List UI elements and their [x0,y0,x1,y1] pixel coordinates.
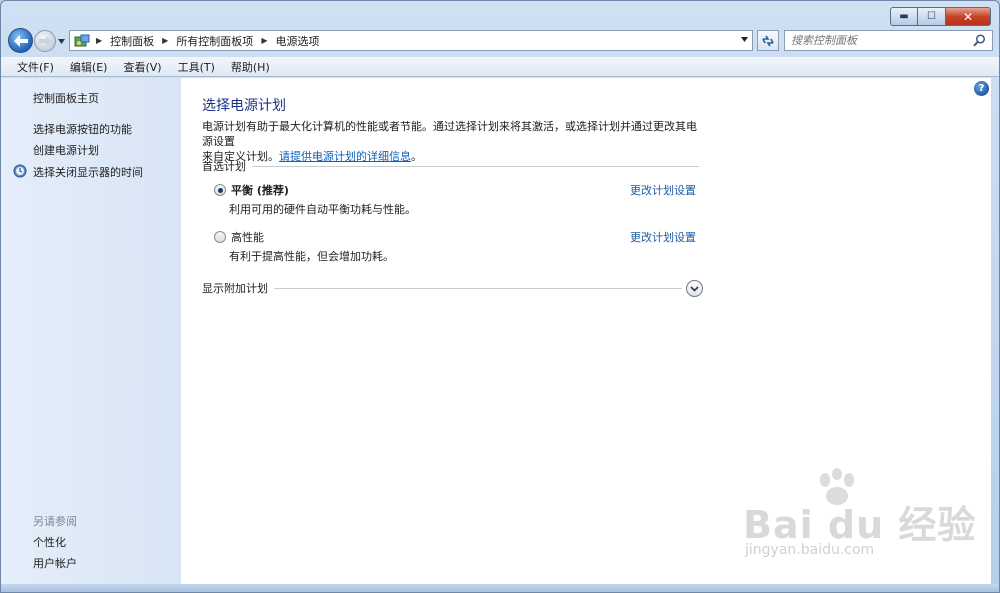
section-label[interactable]: 显示附加计划 [202,280,268,296]
menu-view[interactable]: 查看(V) [115,59,169,75]
window-bottom-border [1,584,999,592]
chevron-down-icon [690,285,699,292]
change-plan-settings-link[interactable]: 更改计划设置 [630,182,696,198]
menu-file[interactable]: 文件(F) [9,59,62,75]
description-text: 电源计划有助于最大化计算机的性能或者节能。通过选择计划来将其激活，或选择计划并通… [202,120,697,148]
plan-description: 有利于提高性能，但会增加功耗。 [229,250,394,263]
plan-balanced-radio[interactable] [214,184,226,196]
sidebar: 控制面板主页 选择电源按钮的功能 创建电源计划 选择关闭显示器的时间 另请参阅 … [1,78,181,584]
plan-high-performance-radio[interactable] [214,231,226,243]
caption-buttons: ▬ ☐ ✕ [890,7,991,26]
sidebar-user-accounts-link[interactable]: 用户帐户 [33,555,77,571]
breadcrumb-all-items[interactable]: 所有控制面板项 [176,33,253,49]
plan-balanced: 平衡 (推荐) 利用可用的硬件自动平衡功耗与性能。 更改计划设置 [214,182,696,217]
close-button[interactable]: ✕ [945,7,991,26]
sidebar-create-plan-link[interactable]: 创建电源计划 [33,142,99,158]
chevron-down-icon [741,37,748,42]
sidebar-home-link[interactable]: 控制面板主页 [33,90,99,106]
breadcrumb-power-options[interactable]: 电源选项 [275,33,319,49]
change-plan-settings-link[interactable]: 更改计划设置 [630,229,696,245]
search-box [784,30,993,51]
preferred-plans-header: 首选计划 [202,159,699,173]
page-description: 电源计划有助于最大化计算机的性能或者节能。通过选择计划来将其激活，或选择计划并通… [202,119,702,164]
page-title: 选择电源计划 [202,98,286,114]
plan-name[interactable]: 平衡 (推荐) [231,182,289,198]
see-also-header: 另请参阅 [33,515,77,528]
search-input[interactable] [791,31,973,50]
address-bar[interactable]: ▶ 控制面板 ▶ 所有控制面板项 ▶ 电源选项 [69,30,753,51]
plan-high-performance: 高性能 有利于提高性能，但会增加功耗。 更改计划设置 [214,229,696,264]
refresh-button[interactable] [757,30,779,51]
main-content: ? 选择电源计划 电源计划有助于最大化计算机的性能或者节能。通过选择计划来将其激… [181,78,991,584]
breadcrumb-separator: ▶ [96,36,103,45]
watermark-text: Bai du 经验 [743,503,977,547]
sidebar-display-off-link[interactable]: 选择关闭显示器的时间 [33,164,143,180]
arrow-right-icon [39,36,51,46]
address-dropdown[interactable] [741,35,748,44]
minimize-button[interactable]: ▬ [890,7,918,26]
display-timer-icon [13,164,27,178]
maximize-button[interactable]: ☐ [918,7,945,26]
breadcrumb-control-panel[interactable]: 控制面板 [110,33,154,49]
back-button[interactable] [8,28,33,53]
sidebar-power-button-link[interactable]: 选择电源按钮的功能 [33,121,132,137]
sidebar-personalization-link[interactable]: 个性化 [33,534,66,550]
watermark-url: jingyan.baidu.com [745,542,875,558]
breadcrumb-separator[interactable]: ▶ [162,36,168,45]
additional-plans-header[interactable]: 显示附加计划 [202,281,682,295]
section-divider [252,165,699,167]
navigation-bar: ▶ 控制面板 ▶ 所有控制面板项 ▶ 电源选项 [1,28,999,53]
forward-button[interactable] [34,30,56,52]
watermark: Bai du 经验 jingyan.baidu.com [743,468,975,564]
menu-tools[interactable]: 工具(T) [170,59,223,75]
arrow-left-icon [13,34,28,47]
plan-name[interactable]: 高性能 [231,229,264,245]
expand-additional-plans-button[interactable] [686,280,703,297]
chevron-down-icon [58,39,65,44]
control-panel-window: ▬ ☐ ✕ ▶ 控制面板 ▶ 所有控制面板项 ▶ 电源选项 搜索控制面板 文件(… [0,0,1000,593]
search-icon[interactable] [973,34,986,47]
menu-edit[interactable]: 编辑(E) [62,59,116,75]
recent-pages-dropdown[interactable] [58,37,65,46]
control-panel-icon [74,34,90,48]
section-label: 首选计划 [202,160,246,173]
breadcrumb-separator[interactable]: ▶ [261,36,267,45]
menu-help[interactable]: 帮助(H) [223,59,278,75]
plan-description: 利用可用的硬件自动平衡功耗与性能。 [229,203,416,216]
refresh-icon [762,35,774,46]
help-icon[interactable]: ? [974,81,989,96]
menu-bar: 文件(F) 编辑(E) 查看(V) 工具(T) 帮助(H) [1,57,999,77]
section-divider [274,287,682,289]
